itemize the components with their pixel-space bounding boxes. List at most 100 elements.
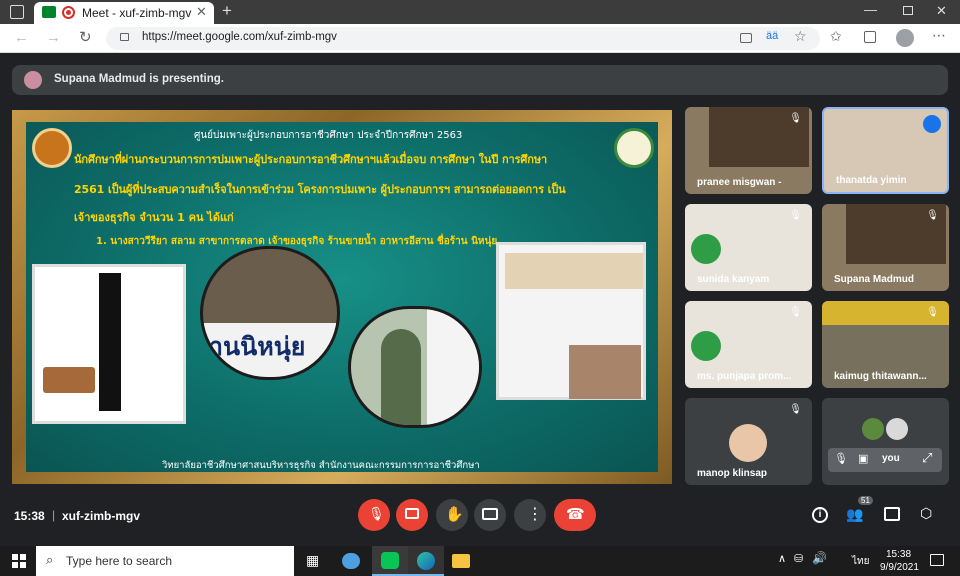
meeting-divider: |	[52, 508, 56, 522]
mic-off-icon: 🎙	[368, 506, 385, 521]
speaking-indicator-icon	[923, 115, 941, 133]
participants-count-badge: 51	[858, 496, 873, 505]
presenting-banner: Supana Madmud is presenting.	[12, 65, 948, 95]
slide-line-3: เจ้าของธุรกิจ จำนวน 1 คน ได้แก่	[74, 211, 234, 224]
slide-content: ศูนย์บ่มเพาะผู้ประกอบการอาชีวศึกษา ประจำ…	[26, 122, 658, 472]
tab-title: Meet - xuf-zimb-mgv	[82, 6, 192, 20]
raise-hand-button[interactable]: ✋	[436, 499, 468, 531]
language-indicator[interactable]: ไทย	[852, 554, 869, 569]
participant-tile-active-speaker[interactable]: thanatda yimin	[822, 107, 949, 194]
muted-icon: 🎙	[789, 113, 802, 124]
present-button[interactable]	[474, 499, 506, 531]
participant-name: Supana Madmud	[834, 274, 915, 285]
shop-photo: านนิหนุ่ย	[200, 246, 340, 380]
mic-toggle-button[interactable]: 🎙	[358, 499, 390, 531]
participant-name: pranee misgwan -	[697, 177, 782, 188]
slide-footer: วิทยาลัยอาชีวศึกษาศาสนบริหารธุรกิจ สำนัก…	[162, 460, 480, 471]
participant-name: manop klinsap	[697, 468, 768, 479]
taskbar-app-paint-icon[interactable]	[342, 553, 360, 569]
collections-icon[interactable]	[864, 31, 876, 43]
social-media-screenshot-right	[496, 242, 646, 400]
presenter-avatar	[24, 71, 42, 89]
college-logo-left	[32, 128, 72, 168]
student-photo	[348, 306, 482, 428]
taskbar-app-edge[interactable]	[408, 546, 444, 576]
camera-permission-icon[interactable]	[740, 33, 752, 43]
muted-icon: 🎙	[789, 307, 802, 318]
more-options-icon[interactable]: ⋯	[932, 27, 946, 44]
self-view-tile[interactable]: 🎙 ▣ you ⤢	[822, 398, 949, 485]
end-call-button[interactable]: ☎	[554, 499, 596, 531]
minimize-icon[interactable]: —	[864, 2, 877, 17]
expand-icon[interactable]: ⤢	[922, 450, 932, 466]
slide-header: ศูนย์บ่มเพาะผู้ประกอบการอาชีวศึกษา ประจำ…	[194, 130, 463, 141]
muted-icon: 🎙	[789, 210, 802, 221]
close-tab-icon[interactable]: ✕	[196, 4, 207, 20]
meeting-time: 15:38	[14, 509, 45, 523]
present-screen-icon	[482, 508, 498, 520]
hang-up-icon: ☎	[566, 506, 585, 523]
self-mic-off-icon[interactable]: 🎙	[834, 452, 848, 465]
reading-list-icon[interactable]: ✩	[830, 28, 842, 45]
slide-line-1: นักศึกษาที่ผ่านกระบวนการการบ่มเพาะผู้ประ…	[74, 153, 548, 166]
bookmark-star-icon[interactable]: ☆	[794, 28, 807, 45]
edge-browser-icon	[417, 552, 435, 570]
chat-icon[interactable]	[884, 507, 900, 521]
search-placeholder: Type here to search	[66, 554, 173, 568]
volume-icon[interactable]: 🔊	[812, 551, 827, 565]
notifications-icon[interactable]	[930, 554, 944, 566]
participant-tile[interactable]: 🎙 pranee misgwan -	[685, 107, 812, 194]
people-icon[interactable]: 👥	[846, 506, 863, 523]
maximize-icon[interactable]	[903, 6, 913, 15]
school-logo	[691, 234, 721, 264]
meeting-details-icon[interactable]: i	[812, 507, 828, 523]
search-icon: ⌕	[46, 552, 54, 567]
muted-icon: 🎙	[789, 404, 802, 415]
reload-icon[interactable]: ↻	[79, 28, 92, 46]
participant-tile[interactable]: 🎙 sunida kanyam	[685, 204, 812, 291]
presenting-text: Supana Madmud is presenting.	[54, 73, 224, 85]
network-icon[interactable]: ⛁	[794, 552, 803, 565]
participant-tile[interactable]: 🎙 Supana Madmud	[822, 204, 949, 291]
participant-tile[interactable]: 🎙 kaimug thitawann...	[822, 301, 949, 388]
participant-tile[interactable]: 🎙 ms. punjapa prom...	[685, 301, 812, 388]
show-hidden-icons[interactable]: ∧	[778, 552, 786, 565]
windows-start-icon[interactable]	[12, 554, 26, 568]
translate-icon[interactable]: ää	[766, 30, 778, 42]
back-icon[interactable]: ←	[14, 29, 29, 46]
more-options-button[interactable]: ⋮	[514, 499, 546, 531]
address-bar[interactable]: https://meet.google.com/xuf-zimb-mgv ää …	[106, 27, 820, 50]
participant-avatar	[729, 424, 767, 462]
taskbar-app-explorer-icon[interactable]	[452, 554, 470, 568]
participant-name: sunida kanyam	[697, 274, 770, 285]
self-avatar-1	[862, 418, 884, 440]
tab-search-icon[interactable]	[10, 5, 24, 19]
browser-tab-meet[interactable]: Meet - xuf-zimb-mgv ✕	[34, 2, 214, 24]
lock-icon[interactable]	[120, 33, 129, 41]
clock-time[interactable]: 15:38	[886, 549, 911, 560]
browser-tab-bar: Meet - xuf-zimb-mgv ✕ + — ✕	[0, 0, 960, 24]
social-media-screenshot-left	[32, 264, 186, 424]
slide-line-2: 2561 เป็นผู้ที่ประสบความสำเร็จในการเข้าร…	[74, 183, 566, 196]
self-controls-bar: 🎙 ▣ you ⤢	[828, 448, 942, 472]
participant-tile[interactable]: 🎙 manop klinsap	[685, 398, 812, 485]
close-window-icon[interactable]: ✕	[936, 3, 947, 19]
presentation-slide: ศูนย์บ่มเพาะผู้ประกอบการอาชีวศึกษา ประจำ…	[12, 110, 672, 484]
browser-toolbar: ← → ↻ https://meet.google.com/xuf-zimb-m…	[0, 24, 960, 53]
task-view-icon[interactable]: ▦	[306, 552, 319, 569]
taskbar-app-line[interactable]	[372, 546, 408, 576]
url-text: https://meet.google.com/xuf-zimb-mgv	[142, 31, 337, 43]
profile-avatar[interactable]	[896, 29, 914, 47]
taskbar-search-box[interactable]: ⌕ Type here to search	[36, 546, 294, 576]
recording-icon	[62, 6, 75, 19]
self-camera-off-icon[interactable]: ▣	[858, 452, 868, 465]
forward-icon[interactable]: →	[46, 29, 61, 46]
camera-off-icon	[405, 508, 419, 519]
windows-taskbar: ⌕ Type here to search ▦ ∧ ⛁ 🔊 ไทย 15:38 …	[0, 546, 960, 576]
participant-name: ms. punjapa prom...	[697, 371, 792, 382]
activities-icon[interactable]: ⬡	[920, 505, 932, 522]
clock-date[interactable]: 9/9/2021	[880, 562, 919, 573]
school-logo	[691, 331, 721, 361]
camera-toggle-button[interactable]	[396, 499, 428, 531]
new-tab-icon[interactable]: +	[222, 1, 232, 21]
